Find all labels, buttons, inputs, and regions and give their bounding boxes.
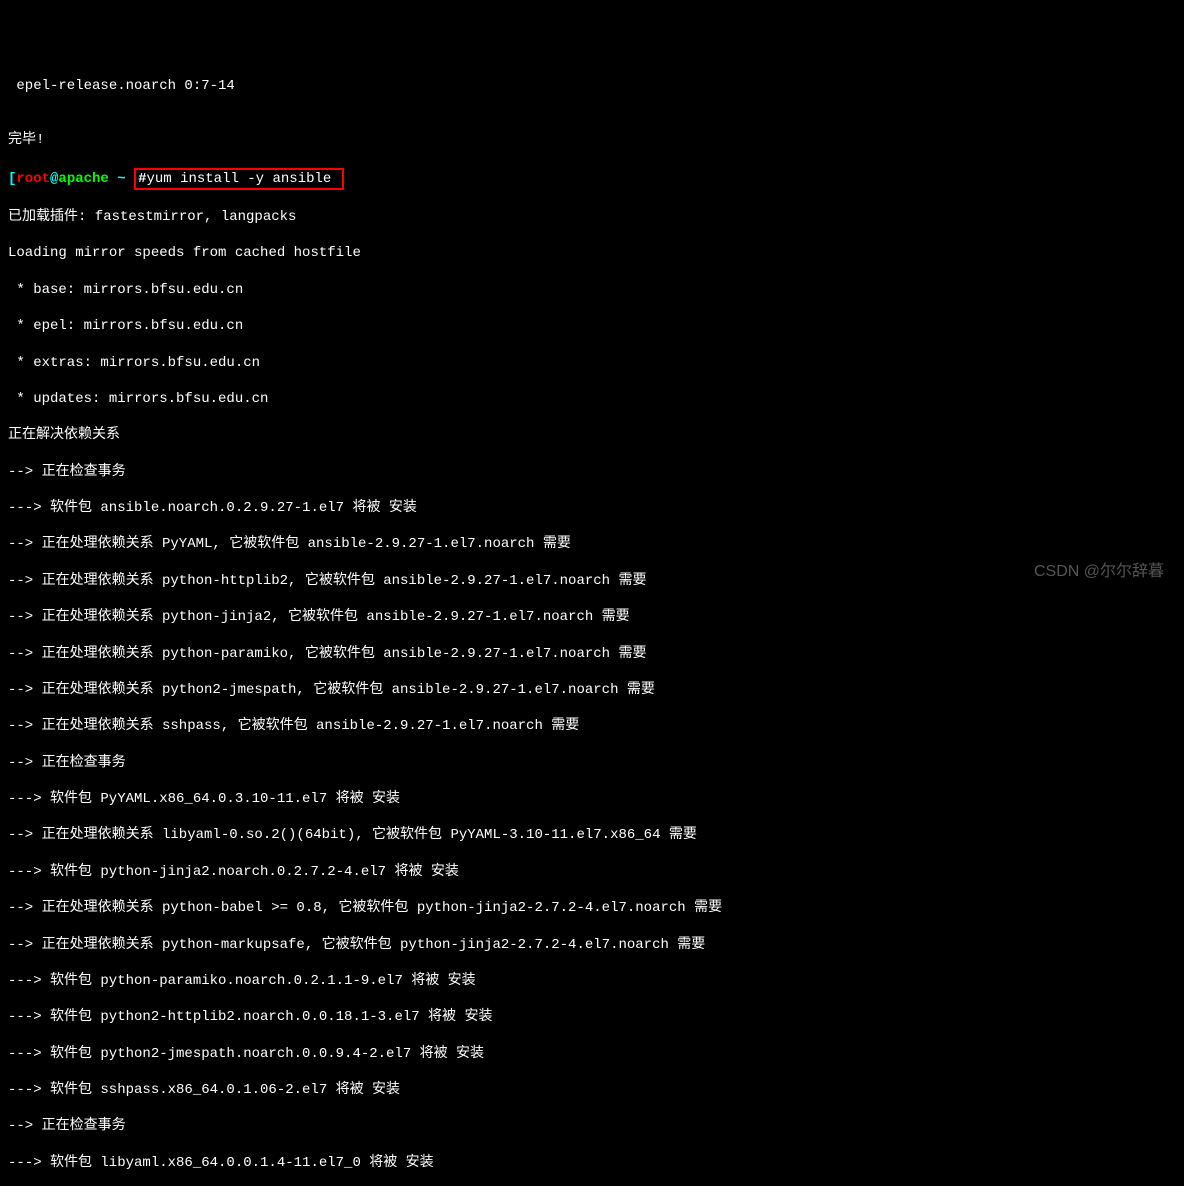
terminal-line: --> 正在处理依赖关系 python2-jmespath, 它被软件包 ans… (8, 681, 1176, 699)
terminal-line: --> 正在处理依赖关系 python-babel >= 0.8, 它被软件包 … (8, 899, 1176, 917)
terminal-line: Loading mirror speeds from cached hostfi… (8, 244, 1176, 262)
terminal-line: --> 正在处理依赖关系 sshpass, 它被软件包 ansible-2.9.… (8, 717, 1176, 735)
terminal-line: ---> 软件包 python2-jmespath.noarch.0.0.9.4… (8, 1045, 1176, 1063)
terminal-line: ---> 软件包 ansible.noarch.0.2.9.27-1.el7 将… (8, 499, 1176, 517)
prompt-path: ~ (109, 171, 134, 187)
command-text[interactable]: yum install -y ansible (146, 171, 339, 187)
terminal-line: --> 正在检查事务 (8, 1117, 1176, 1135)
terminal-line: * epel: mirrors.bfsu.edu.cn (8, 317, 1176, 335)
terminal-line: --> 正在检查事务 (8, 754, 1176, 772)
prompt-host: apache (58, 171, 108, 187)
terminal-line: --> 正在检查事务 (8, 463, 1176, 481)
command-highlight-box: #yum install -y ansible (134, 168, 344, 190)
watermark: CSDN @尔尔辞暮 (1034, 562, 1164, 583)
terminal-line: ---> 软件包 libyaml.x86_64.0.0.1.4-11.el7_0… (8, 1154, 1176, 1172)
terminal-line: --> 正在处理依赖关系 python-jinja2, 它被软件包 ansibl… (8, 608, 1176, 626)
terminal-line: ---> 软件包 python-paramiko.noarch.0.2.1.1-… (8, 972, 1176, 990)
terminal-line: * extras: mirrors.bfsu.edu.cn (8, 354, 1176, 372)
terminal-line: epel-release.noarch 0:7-14 (8, 77, 1176, 95)
terminal-line: * updates: mirrors.bfsu.edu.cn (8, 390, 1176, 408)
terminal-line: --> 正在处理依赖关系 libyaml-0.so.2()(64bit), 它被… (8, 826, 1176, 844)
terminal-line: ---> 软件包 python-jinja2.noarch.0.2.7.2-4.… (8, 863, 1176, 881)
terminal-line: 完毕! (8, 131, 1176, 149)
terminal-line: --> 正在处理依赖关系 python-markupsafe, 它被软件包 py… (8, 936, 1176, 954)
prompt-user: root (16, 171, 50, 187)
terminal-line: 已加载插件: fastestmirror, langpacks (8, 208, 1176, 226)
prompt-line: [root@apache ~ #yum install -y ansible (8, 168, 1176, 190)
terminal-line: ---> 软件包 sshpass.x86_64.0.1.06-2.el7 将被 … (8, 1081, 1176, 1099)
terminal-line: 正在解决依赖关系 (8, 426, 1176, 444)
terminal-line: ---> 软件包 python2-httplib2.noarch.0.0.18.… (8, 1008, 1176, 1026)
terminal-line: * base: mirrors.bfsu.edu.cn (8, 281, 1176, 299)
terminal-line: --> 正在处理依赖关系 python-httplib2, 它被软件包 ansi… (8, 572, 1176, 590)
terminal-line: --> 正在处理依赖关系 PyYAML, 它被软件包 ansible-2.9.2… (8, 535, 1176, 553)
terminal-line: ---> 软件包 PyYAML.x86_64.0.3.10-11.el7 将被 … (8, 790, 1176, 808)
terminal-line: --> 正在处理依赖关系 python-paramiko, 它被软件包 ansi… (8, 645, 1176, 663)
